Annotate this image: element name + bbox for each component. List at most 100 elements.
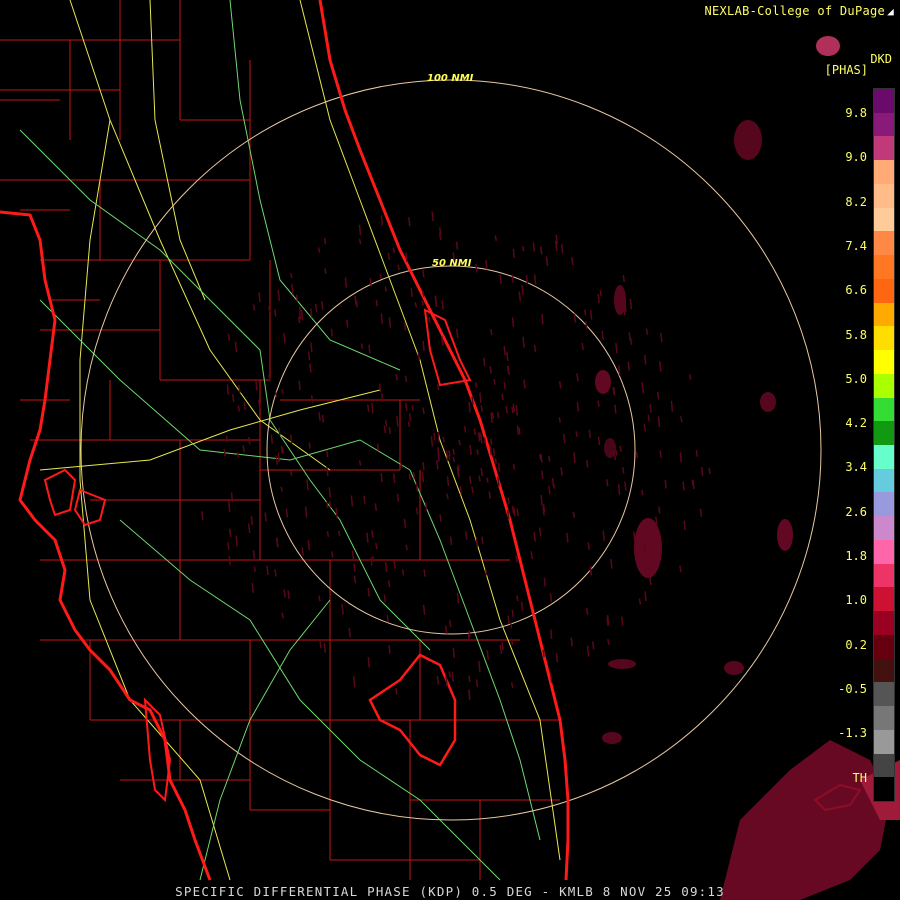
legend-color-segment xyxy=(874,350,894,375)
legend-color-segment xyxy=(874,706,894,731)
clutter-streak xyxy=(507,615,510,625)
clutter-streak xyxy=(506,510,510,520)
clutter-streak xyxy=(448,619,452,628)
clutter-streak xyxy=(615,342,618,354)
credit-text: NEXLAB-College of DuPage ◢ xyxy=(704,4,894,18)
clutter-streak xyxy=(335,508,338,519)
clutter-streak xyxy=(658,506,661,514)
clutter-streak xyxy=(482,357,486,367)
clutter-streak xyxy=(439,514,442,522)
legend-color-segment xyxy=(874,231,894,256)
clutter-streak xyxy=(659,450,662,458)
clutter-streak xyxy=(395,688,398,695)
clutter-streak xyxy=(533,344,537,352)
clutter-streak xyxy=(283,589,286,598)
clutter-streak xyxy=(449,536,453,546)
clutter-streak xyxy=(549,672,553,683)
clutter-streak xyxy=(421,300,424,307)
legend-color-segment xyxy=(874,373,894,399)
clutter-streak xyxy=(523,379,526,389)
clutter-streak xyxy=(683,520,686,531)
clutter-streak xyxy=(350,495,354,507)
clutter-streak xyxy=(428,316,431,323)
clutter-streak xyxy=(448,671,451,678)
clutter-streak xyxy=(326,531,330,538)
clutter-streak xyxy=(383,594,387,603)
legend-color-segment xyxy=(874,255,894,280)
product-code: DKD xyxy=(870,52,892,66)
legend-color-segment xyxy=(874,516,894,541)
legend-tick-label: 8.2 xyxy=(845,194,867,209)
clutter-streak xyxy=(295,294,299,302)
clutter-streak xyxy=(478,475,481,482)
clutter-streak xyxy=(657,416,661,428)
clutter-streak xyxy=(396,415,399,427)
clutter-streak xyxy=(434,296,438,308)
clutter-streak xyxy=(551,477,555,487)
legend-color-segment xyxy=(874,160,894,185)
clutter-streak xyxy=(455,328,459,339)
clutter-streak xyxy=(408,217,411,227)
product-unit: [PHAS] xyxy=(824,63,868,77)
clutter-streak xyxy=(201,511,204,520)
clutter-streak xyxy=(456,592,460,604)
clutter-streak xyxy=(442,436,445,443)
legend-color-segment xyxy=(874,611,894,636)
clutter-streak xyxy=(355,300,359,308)
clutter-streak xyxy=(414,302,418,308)
clutter-streak xyxy=(549,629,553,640)
clutter-streak xyxy=(588,429,591,438)
legend-tick-label: 9.8 xyxy=(845,106,867,120)
clutter-streak xyxy=(436,460,439,470)
clutter-streak xyxy=(446,476,450,487)
clutter-streak xyxy=(274,569,277,577)
clutter-streak xyxy=(270,434,274,444)
clutter-streak xyxy=(511,274,515,283)
clutter-streak xyxy=(411,405,414,411)
clutter-streak xyxy=(486,477,489,483)
clutter-streak xyxy=(576,373,579,382)
clutter-streak xyxy=(541,313,544,325)
clutter-streak xyxy=(403,322,407,331)
clutter-streak xyxy=(475,679,479,688)
clutter-streak xyxy=(691,479,694,487)
clutter-streak xyxy=(366,404,370,412)
clutter-streak xyxy=(252,550,256,562)
clutter-streak xyxy=(360,343,364,349)
clutter-streak xyxy=(310,342,313,353)
clutter-streak xyxy=(344,277,348,288)
clutter-streak xyxy=(497,462,501,472)
clutter-streak xyxy=(645,328,649,335)
clutter-streak xyxy=(560,243,564,254)
clutter-streak xyxy=(501,393,504,401)
legend-color-segment xyxy=(874,302,894,327)
clutter-streak xyxy=(226,384,230,395)
clutter-streak xyxy=(638,598,642,605)
clutter-streak xyxy=(330,328,334,337)
clutter-streak xyxy=(629,298,633,310)
clutter-streak xyxy=(489,438,493,445)
clutter-streak xyxy=(281,388,284,395)
clutter-streak xyxy=(516,425,520,435)
clutter-streak xyxy=(227,542,230,550)
clutter-streak xyxy=(281,612,284,619)
clutter-streak xyxy=(430,436,434,447)
clutter-streak xyxy=(587,542,590,550)
legend-color-segment xyxy=(874,468,894,493)
clutter-streak xyxy=(476,449,479,455)
clutter-streak xyxy=(468,402,471,413)
clutter-streak xyxy=(617,484,621,495)
clutter-streak xyxy=(306,479,309,491)
legend-tick-label: 5.8 xyxy=(845,327,867,342)
clutter-streak xyxy=(533,274,537,285)
clutter-streak xyxy=(321,414,325,423)
clutter-streak xyxy=(446,493,449,500)
clutter-streak xyxy=(458,439,461,446)
clutter-streak xyxy=(258,399,261,409)
legend-tick-label: 3.4 xyxy=(845,460,867,475)
clutter-streak xyxy=(371,530,374,538)
clutter-streak xyxy=(511,609,515,618)
logo-icon: ◢ xyxy=(887,5,894,18)
clutter-streak xyxy=(234,341,238,353)
clutter-streak xyxy=(392,247,396,253)
